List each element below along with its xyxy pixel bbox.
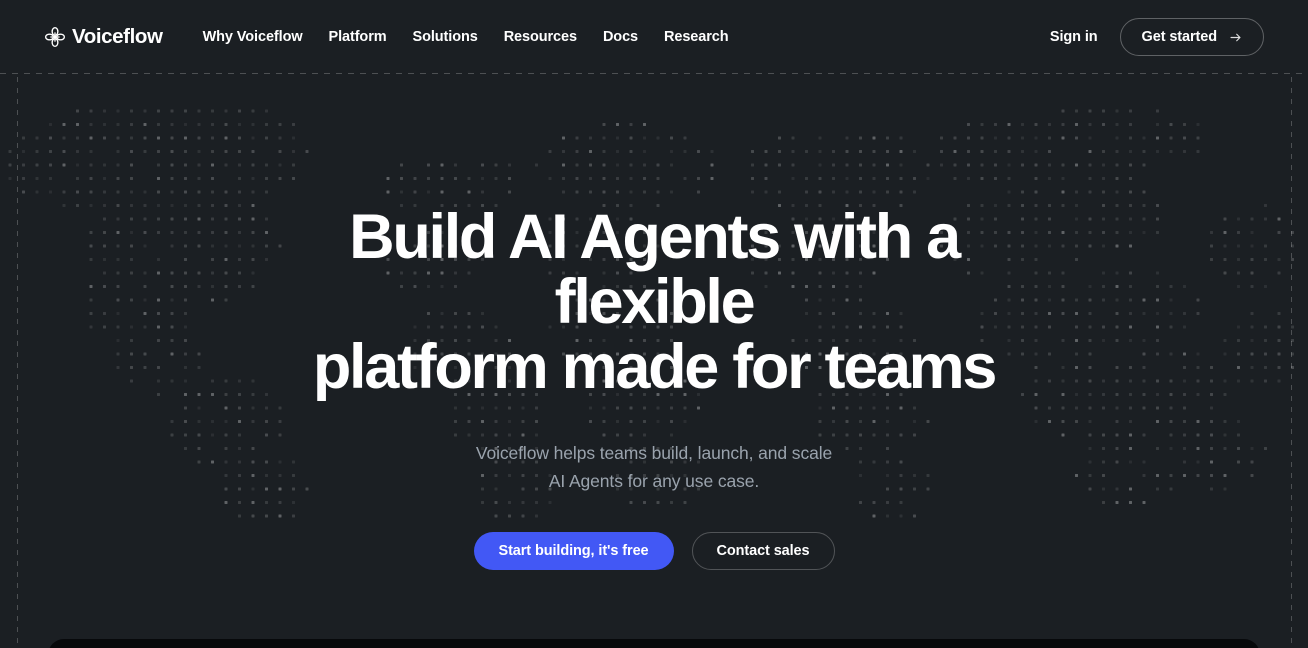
nav-item-docs[interactable]: Docs — [603, 29, 638, 45]
hero-subheadline-line-1: Voiceflow helps teams build, launch, and… — [475, 443, 833, 463]
header-actions: Sign in Get started — [1050, 18, 1264, 56]
get-started-button[interactable]: Get started — [1119, 18, 1264, 56]
site-header: Voiceflow Why Voiceflow Platform Solutio… — [0, 0, 1308, 74]
hero-subheadline: Voiceflow helps teams build, launch, and… — [476, 439, 832, 495]
hero-subheadline-line-2: AI Agents for any use case. — [548, 471, 760, 491]
nav-item-platform[interactable]: Platform — [329, 29, 387, 45]
hero-headline: Build AI Agents with a flexible platform… — [244, 205, 1064, 400]
header-divider — [0, 73, 1308, 74]
arrow-right-icon — [1230, 33, 1241, 41]
sign-in-link[interactable]: Sign in — [1050, 29, 1098, 45]
nav-item-resources[interactable]: Resources — [504, 29, 577, 45]
contact-sales-button[interactable]: Contact sales — [691, 532, 835, 570]
get-started-label: Get started — [1141, 29, 1218, 45]
brand-name: Voiceflow — [72, 24, 163, 48]
hero-section: Build AI Agents with a flexible platform… — [0, 74, 1308, 648]
hero-headline-line-1: Build AI Agents with a flexible — [349, 202, 961, 337]
hero-content: Build AI Agents with a flexible platform… — [0, 74, 1308, 570]
bottom-preview-panel — [48, 639, 1260, 648]
primary-navigation: Why Voiceflow Platform Solutions Resourc… — [203, 29, 729, 45]
hero-cta-row: Start building, it's free Contact sales — [473, 532, 835, 570]
start-building-button[interactable]: Start building, it's free — [473, 532, 674, 570]
nav-item-research[interactable]: Research — [664, 29, 729, 45]
voiceflow-flower-icon — [44, 26, 66, 48]
nav-item-solutions[interactable]: Solutions — [413, 29, 478, 45]
nav-item-why-voiceflow[interactable]: Why Voiceflow — [203, 29, 303, 45]
hero-headline-line-2: platform made for teams — [312, 332, 998, 402]
brand-logo-link[interactable]: Voiceflow — [44, 26, 163, 48]
